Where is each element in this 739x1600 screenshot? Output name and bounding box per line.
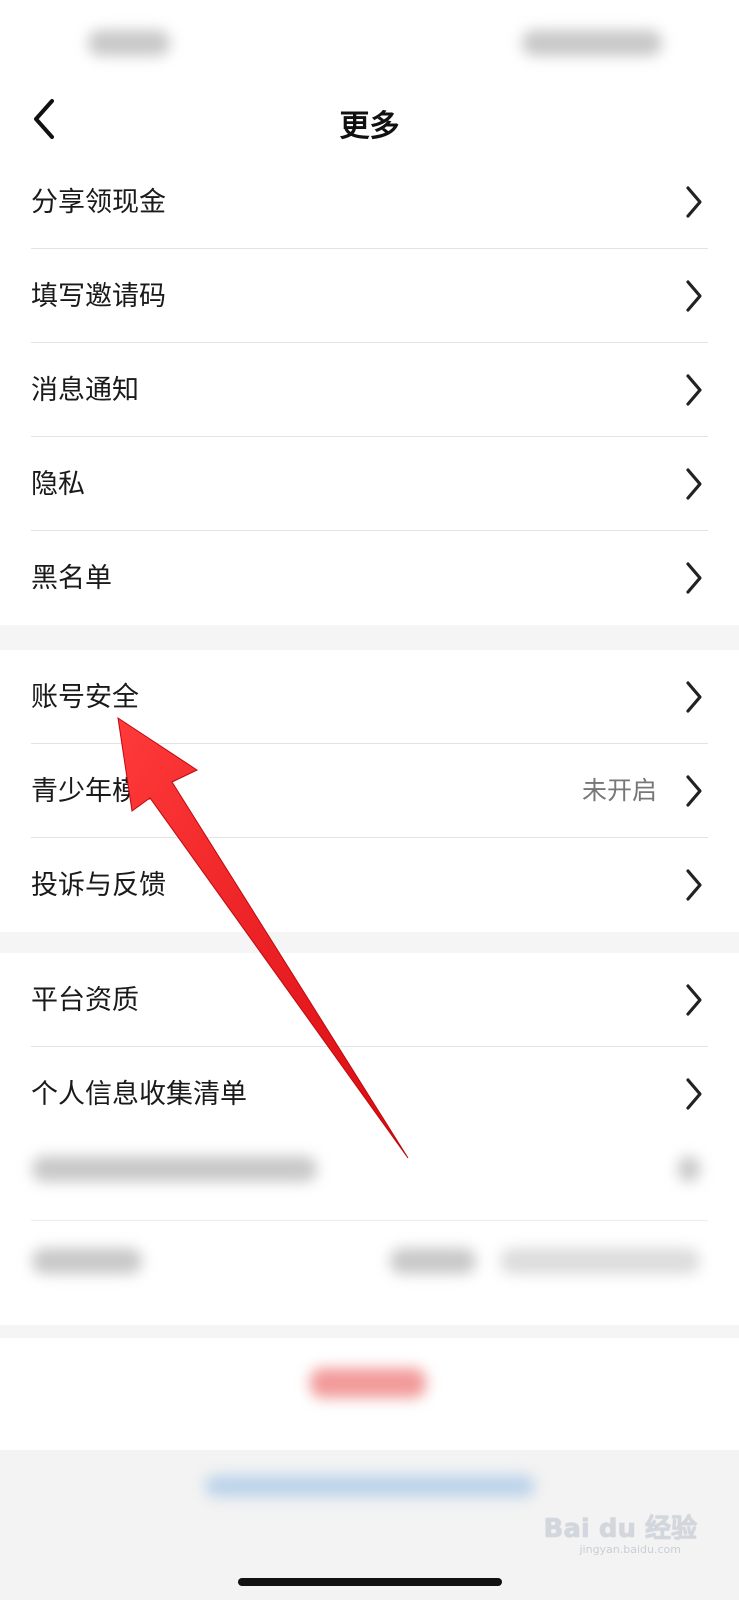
blurred-row-label: [32, 1156, 317, 1182]
settings-row-invite-code[interactable]: 填写邀请码: [0, 249, 739, 343]
row-label: 分享领现金: [31, 187, 166, 218]
settings-row-teen-mode[interactable]: 青少年模式 未开启: [0, 744, 739, 838]
nav-bar: 更多: [0, 85, 739, 155]
row-label: 黑名单: [31, 563, 112, 594]
settings-row-notifications[interactable]: 消息通知: [0, 343, 739, 437]
row-label: 个人信息收集清单: [31, 1079, 247, 1110]
row-divider: [31, 1220, 708, 1221]
row-label: 青少年模式: [31, 776, 166, 807]
baidu-watermark-url: jingyan.baidu.com: [579, 1543, 681, 1556]
chevron-right-icon: [686, 984, 702, 1016]
chevron-right-icon: [686, 1078, 702, 1110]
teen-mode-status: 未开启: [581, 776, 657, 805]
settings-row-blacklist[interactable]: 黑名单: [0, 531, 739, 625]
settings-row-account-security[interactable]: 账号安全: [0, 650, 739, 744]
chevron-right-icon: [686, 775, 702, 807]
blurred-row-value-2: [390, 1248, 476, 1274]
home-indicator: [238, 1578, 502, 1586]
status-time-blurred: [88, 30, 170, 56]
chevron-right-icon: [686, 186, 702, 218]
settings-row-platform-qualification[interactable]: 平台资质: [0, 953, 739, 1047]
settings-group-2: 账号安全 青少年模式 未开启 投诉与反馈: [0, 650, 739, 932]
row-label: 填写邀请码: [31, 281, 166, 312]
settings-row-privacy[interactable]: 隐私: [0, 437, 739, 531]
footer-links-blurred[interactable]: [205, 1475, 535, 1497]
chevron-right-icon: [686, 681, 702, 713]
row-label: 投诉与反馈: [31, 870, 166, 901]
blurred-row-chevron: [678, 1156, 700, 1182]
row-label: 消息通知: [31, 375, 139, 406]
page-title: 更多: [339, 109, 400, 144]
blurred-settings-rows: [0, 1120, 739, 1325]
chevron-right-icon: [686, 468, 702, 500]
blurred-row-label-2: [32, 1248, 142, 1274]
row-label: 账号安全: [31, 682, 139, 713]
logout-area: [0, 1338, 739, 1450]
status-icons-blurred: [522, 30, 662, 56]
chevron-right-icon: [686, 374, 702, 406]
chevron-right-icon: [686, 869, 702, 901]
settings-row-share-cash[interactable]: 分享领现金: [0, 155, 739, 249]
blurred-row-extra-2: [500, 1248, 700, 1274]
settings-row-feedback[interactable]: 投诉与反馈: [0, 838, 739, 932]
baidu-watermark: Bai du 经验: [543, 1514, 698, 1544]
row-label: 平台资质: [31, 985, 139, 1016]
row-label: 隐私: [31, 469, 85, 500]
settings-group-1: 分享领现金 填写邀请码 消息通知 隐私 黑名单: [0, 155, 739, 625]
status-bar: [0, 0, 739, 85]
chevron-right-icon: [686, 562, 702, 594]
settings-group-3: 平台资质 个人信息收集清单: [0, 953, 739, 1141]
logout-button-blurred[interactable]: [310, 1368, 426, 1398]
chevron-right-icon: [686, 280, 702, 312]
